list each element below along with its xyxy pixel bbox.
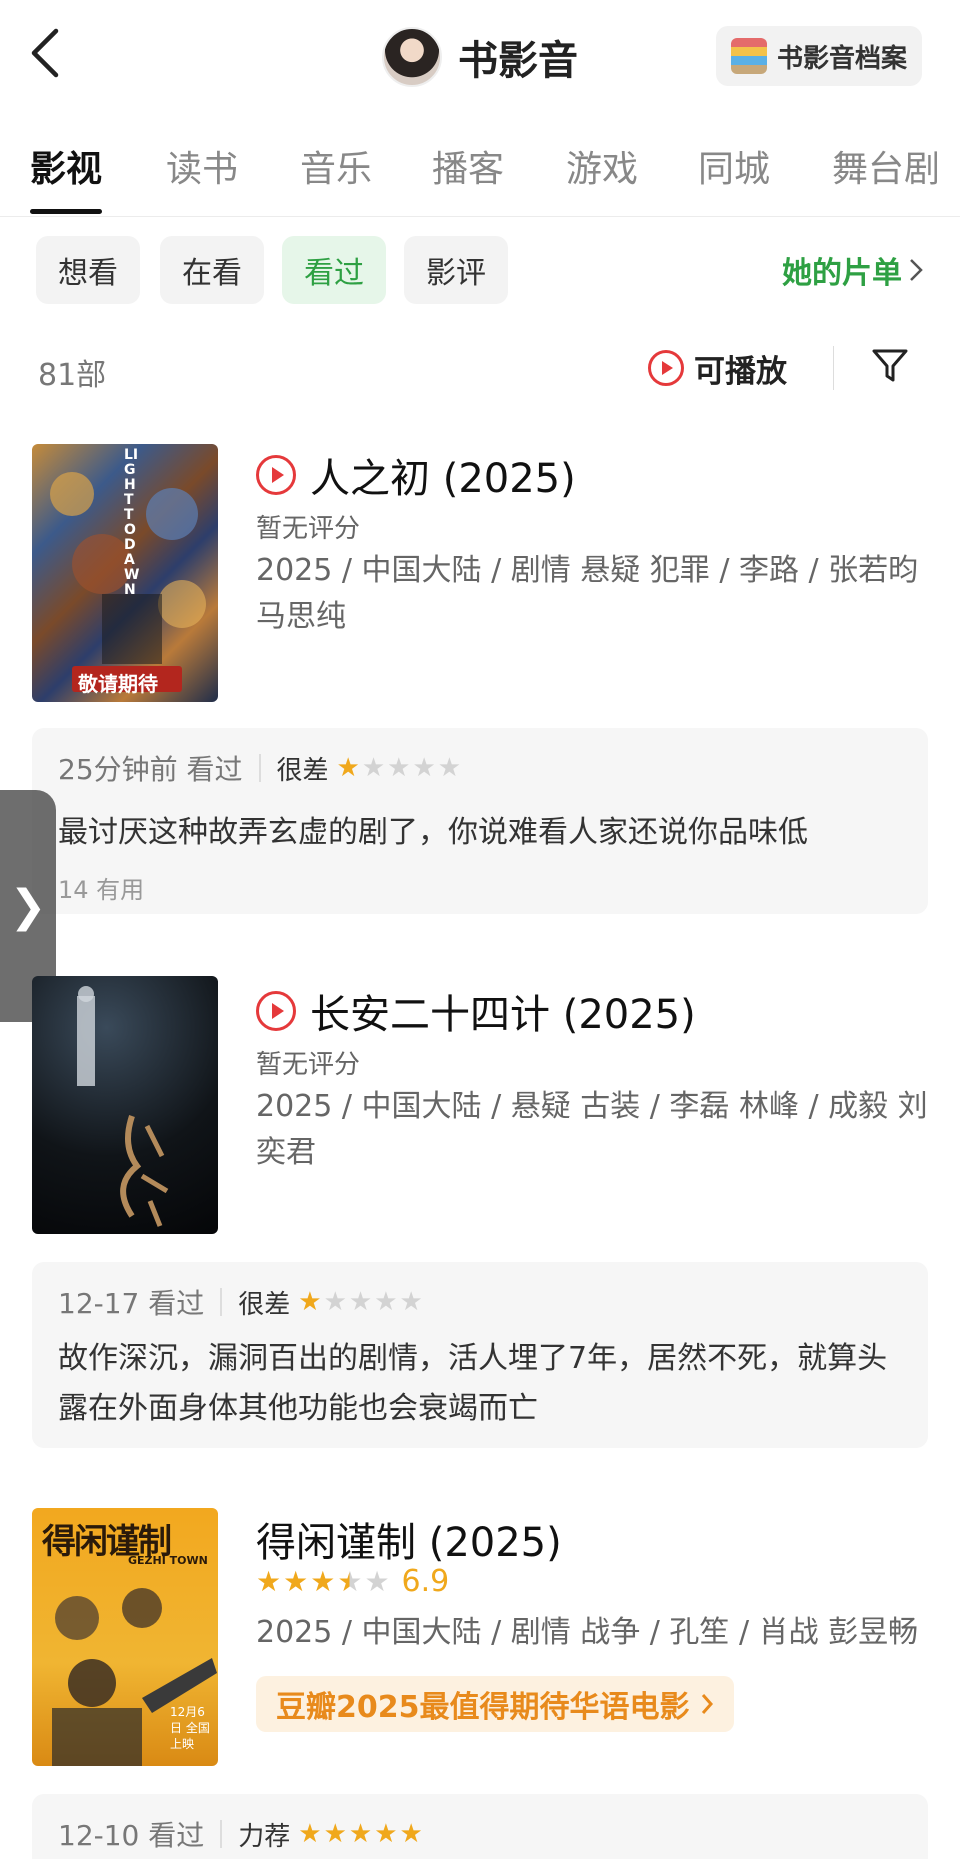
star-icon: ★ — [298, 1819, 322, 1849]
movie-title-row[interactable]: 长安二十四计 (2025) — [256, 982, 696, 1040]
score-value: 6.9 — [401, 1564, 450, 1599]
score-stars: ★ ★ ★ ★ ★ — [256, 1565, 390, 1598]
tab-stage[interactable]: 舞台剧 — [832, 140, 950, 210]
chevron-right-icon — [701, 1694, 713, 1714]
playable-filter[interactable]: 可播放 — [648, 343, 787, 393]
divider — [220, 1820, 223, 1848]
review-level: 很差 — [276, 755, 329, 786]
movie-title: 得闲谨制 (2025) — [256, 1520, 562, 1566]
movie-title: 长安二十四计 (2025) — [310, 992, 696, 1038]
review-header: 12-17 看过 很差 ★ ★ ★ ★ ★ — [58, 1282, 423, 1322]
star-icon: ★ — [387, 753, 411, 783]
review-time: 12-17 看过 — [58, 1287, 205, 1320]
tab-games[interactable]: 游戏 — [566, 140, 698, 210]
review-text: 故作深沉，漏洞百出的剧情，活人埋了7年，居然不死，就算头露在外面身体其他功能也会… — [58, 1341, 888, 1426]
review-card[interactable]: 12-17 看过 很差 ★ ★ ★ ★ ★ 故作深沉，漏洞百出的剧情，活人埋了7年，居然… — [32, 1262, 928, 1448]
review-time: 25分钟前 看过 — [58, 753, 243, 786]
star-icon: ★ — [348, 1819, 373, 1849]
playable-label: 可播放 — [694, 353, 787, 390]
archive-button[interactable]: 书影音档案 — [716, 26, 922, 86]
poster-movie-2[interactable] — [32, 976, 218, 1234]
archive-icon — [730, 38, 767, 74]
review-stars: ★ ★ ★ ★ ★ — [298, 1819, 423, 1849]
item-count: 81部 — [38, 358, 107, 393]
star-icon: ★ — [323, 1287, 347, 1317]
star-icon: ★ — [336, 753, 360, 783]
filter-icon[interactable] — [868, 344, 912, 388]
movie-meta: 2025 / 中国大陆 / 剧情 战争 / 孔笙 / 肖战 彭昱畅 — [256, 1615, 919, 1650]
movie-title-row[interactable]: 人之初 (2025) — [256, 446, 576, 504]
star-icon: ★ — [399, 1287, 423, 1317]
review-header: 25分钟前 看过 很差 ★ ★ ★ ★ ★ — [58, 748, 461, 788]
movie-title: 人之初 (2025) — [310, 456, 576, 502]
star-icon: ★ — [283, 1565, 309, 1598]
poster-movie-3[interactable]: 得闲谨制 GEZHI TOWN 12月6日 全国上映 — [32, 1508, 218, 1766]
page-title: 书影音 — [458, 38, 578, 84]
star-icon: ★ — [361, 753, 386, 783]
divider — [220, 1288, 223, 1316]
chevron-left-icon — [31, 28, 59, 78]
star-icon: ★ — [310, 1565, 336, 1598]
star-icon: ★ — [374, 1819, 398, 1849]
rating-text: 暂无评分 — [256, 514, 361, 544]
useful-count[interactable]: 14 有用 — [58, 870, 144, 905]
her-list-label: 她的片单 — [782, 256, 902, 291]
tab-local[interactable]: 同城 — [698, 140, 832, 210]
review-text: 最讨厌这种故弄玄虚的剧了，你说难看人家还说你品味低 — [58, 815, 808, 850]
star-icon: ★ — [298, 1287, 322, 1317]
rating-text: 暂无评分 — [256, 1050, 361, 1080]
play-icon — [256, 455, 296, 495]
tab-music[interactable]: 音乐 — [300, 140, 432, 210]
play-icon — [256, 991, 296, 1031]
poster-english-title: LIGHT TO DAWN — [124, 447, 140, 598]
star-icon: ★ — [399, 1819, 423, 1849]
score-row: ★ ★ ★ ★ ★ 6.9 — [256, 1564, 449, 1599]
star-icon: ★ — [364, 1565, 390, 1598]
poster-caption: 敬请期待 — [78, 672, 158, 696]
poster-art — [77, 986, 169, 1227]
review-stars: ★ ★ ★ ★ ★ — [337, 753, 462, 783]
star-icon: ★ — [437, 753, 462, 783]
archive-label: 书影音档案 — [776, 43, 907, 74]
chevron-right-icon: ❯ — [9, 880, 47, 932]
star-icon: ★ — [323, 1819, 347, 1849]
category-tabs: 影视 读书 音乐 播客 游戏 同城 舞台剧 — [30, 140, 950, 210]
star-icon: ★ — [256, 1565, 282, 1598]
poster-movie-1[interactable]: 敬请期待 LIGHT TO DAWN — [32, 444, 218, 702]
poster-english-title: GEZHI TOWN — [128, 1554, 208, 1567]
ranking-tag-label: 豆瓣2025最值得期待华语电影 — [276, 1690, 690, 1725]
filter-reviews[interactable]: 影评 — [404, 236, 508, 304]
star-icon: ★ — [412, 753, 436, 783]
review-card[interactable]: 12-10 看过 力荐 ★ ★ ★ ★ ★ — [32, 1794, 928, 1859]
tab-podcast[interactable]: 播客 — [432, 140, 566, 210]
back-button[interactable] — [28, 18, 78, 88]
star-icon: ★ — [374, 1287, 398, 1317]
star-icon: ★ — [337, 1565, 363, 1598]
star-icon: ★ — [348, 1287, 373, 1317]
review-card[interactable]: 25分钟前 看过 很差 ★ ★ ★ ★ ★ 最讨厌这种故弄玄虚的剧了，你说难看人家还说你… — [32, 728, 928, 914]
chevron-right-icon — [910, 259, 923, 281]
review-stars: ★ ★ ★ ★ ★ — [298, 1287, 423, 1317]
poster-date: 12月6日 全国上映 — [170, 1705, 210, 1751]
tabs-divider — [0, 216, 960, 217]
movie-meta: 2025 / 中国大陆 / 剧情 悬疑 犯罪 / 李路 / 张若昀 马思纯 — [256, 553, 919, 634]
review-header: 12-10 看过 力荐 ★ ★ ★ ★ ★ — [58, 1814, 423, 1854]
movie-meta: 2025 / 中国大陆 / 悬疑 古装 / 李磊 林峰 / 成毅 刘奕君 — [256, 1089, 928, 1170]
divider — [258, 754, 261, 782]
movie-title-row[interactable]: 得闲谨制 (2025) — [256, 1510, 562, 1568]
active-tab-indicator — [30, 209, 102, 214]
filter-want[interactable]: 想看 — [36, 236, 140, 304]
her-list-link[interactable]: 她的片单 — [782, 236, 924, 304]
review-time: 12-10 看过 — [58, 1819, 205, 1852]
tab-film[interactable]: 影视 — [30, 140, 166, 210]
review-level: 很差 — [238, 1289, 291, 1320]
filter-watching[interactable]: 在看 — [160, 236, 264, 304]
divider — [833, 346, 834, 390]
review-level: 力荐 — [238, 1821, 291, 1852]
tab-books[interactable]: 读书 — [166, 140, 300, 210]
avatar[interactable] — [382, 27, 442, 87]
filter-watched[interactable]: 看过 — [282, 236, 386, 304]
ranking-tag[interactable]: 豆瓣2025最值得期待华语电影 — [256, 1676, 734, 1732]
play-icon — [648, 350, 684, 386]
